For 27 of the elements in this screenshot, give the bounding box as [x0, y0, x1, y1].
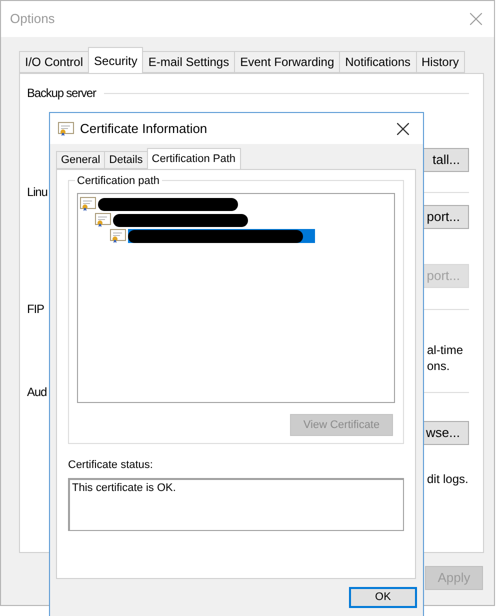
tab[interactable]: General [56, 151, 106, 169]
description-text: al-time [427, 342, 464, 358]
tab[interactable]: Notifications [339, 51, 417, 73]
close-icon[interactable] [397, 122, 409, 134]
tab[interactable]: History [416, 51, 465, 73]
certificate-icon [95, 213, 111, 227]
certificate-icon [80, 197, 96, 211]
tab[interactable]: E-mail Settings [142, 51, 236, 73]
tab[interactable]: Details [104, 151, 148, 169]
window-title: Options [10, 10, 55, 28]
description-text: ons. [427, 358, 450, 374]
section-heading: Linu [27, 184, 48, 201]
ok-button[interactable]: OK [349, 587, 417, 608]
tab[interactable]: Certification Path [146, 148, 241, 169]
status-label: Certificate status: [68, 458, 154, 473]
section-heading: Aud [27, 384, 47, 401]
status-text: This certificate is OK. [72, 482, 176, 494]
section-heading: Backup server [27, 85, 96, 102]
dialog-title: Certificate Information [80, 120, 208, 138]
group-label: Certification path [75, 173, 162, 190]
certificate-icon [58, 122, 74, 136]
tab[interactable]: I/O Control [19, 51, 90, 73]
tab[interactable]: Event Forwarding [234, 51, 340, 73]
tab[interactable]: Security [88, 47, 144, 73]
description-text: dit logs. [427, 471, 468, 487]
section-heading: FIP [27, 301, 44, 318]
certificate-icon [110, 229, 126, 243]
